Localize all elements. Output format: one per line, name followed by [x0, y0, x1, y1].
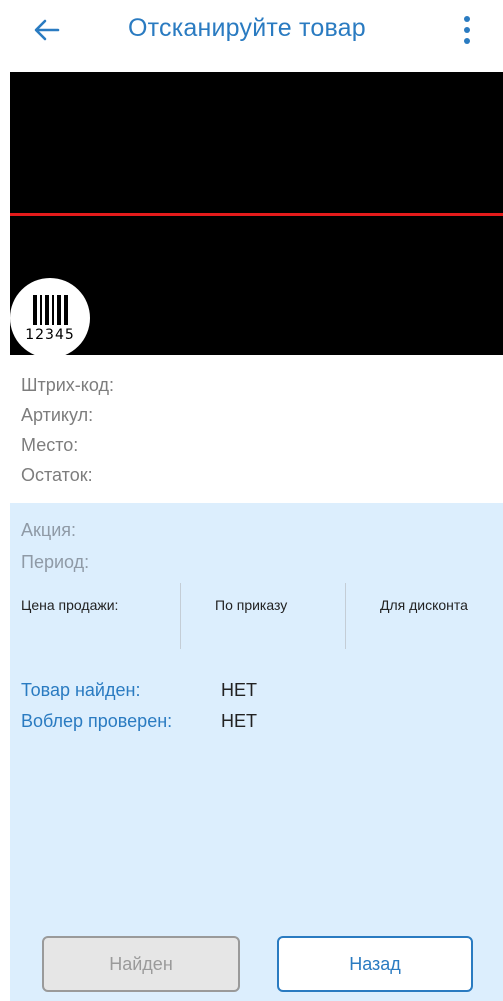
divider — [180, 583, 181, 649]
stock-label: Остаток: — [21, 465, 93, 485]
scan-line — [10, 213, 503, 216]
place-label: Место: — [21, 435, 79, 455]
period-label: Период: — [21, 552, 90, 572]
article-label: Артикул: — [21, 405, 94, 425]
price-discount-label: Для дисконта — [380, 597, 468, 613]
found-status-row: Товар найден: НЕТ — [21, 680, 257, 701]
barcode-scan-button[interactable]: 12345 — [10, 278, 90, 358]
more-vertical-icon-dot — [464, 27, 470, 33]
wobbler-status-label: Воблер проверен: — [21, 711, 173, 731]
promo-panel: Акция: Период: Цена продажи: По приказу … — [10, 503, 503, 1001]
wobbler-status-value: НЕТ — [221, 711, 257, 731]
divider — [345, 583, 346, 649]
back-button[interactable] — [22, 10, 72, 50]
more-vertical-icon — [464, 16, 470, 22]
barcode-icon — [32, 295, 68, 325]
found-button[interactable]: Найден — [42, 936, 240, 992]
price-sale-label: Цена продажи: — [21, 597, 119, 613]
arrow-left-icon — [34, 19, 60, 41]
page-title: Отсканируйте товар — [128, 14, 366, 42]
found-status-value: НЕТ — [221, 680, 257, 700]
price-order-label: По приказу — [215, 597, 288, 613]
barcode-digits: 12345 — [25, 327, 75, 343]
barcode-label: Штрих-код: — [21, 375, 114, 395]
more-menu-button[interactable] — [452, 10, 482, 50]
found-status-label: Товар найден: — [21, 680, 141, 700]
product-info: Штрих-код: Артикул: Место: Остаток: — [21, 370, 114, 490]
back-bottom-button[interactable]: Назад — [277, 936, 473, 992]
more-vertical-icon-dot — [464, 38, 470, 44]
action-label: Акция: — [21, 520, 76, 540]
app-bar: Отсканируйте товар — [0, 0, 503, 70]
price-columns: Цена продажи: По приказу Для дисконта — [10, 583, 503, 649]
wobbler-status-row: Воблер проверен: НЕТ — [21, 711, 257, 732]
